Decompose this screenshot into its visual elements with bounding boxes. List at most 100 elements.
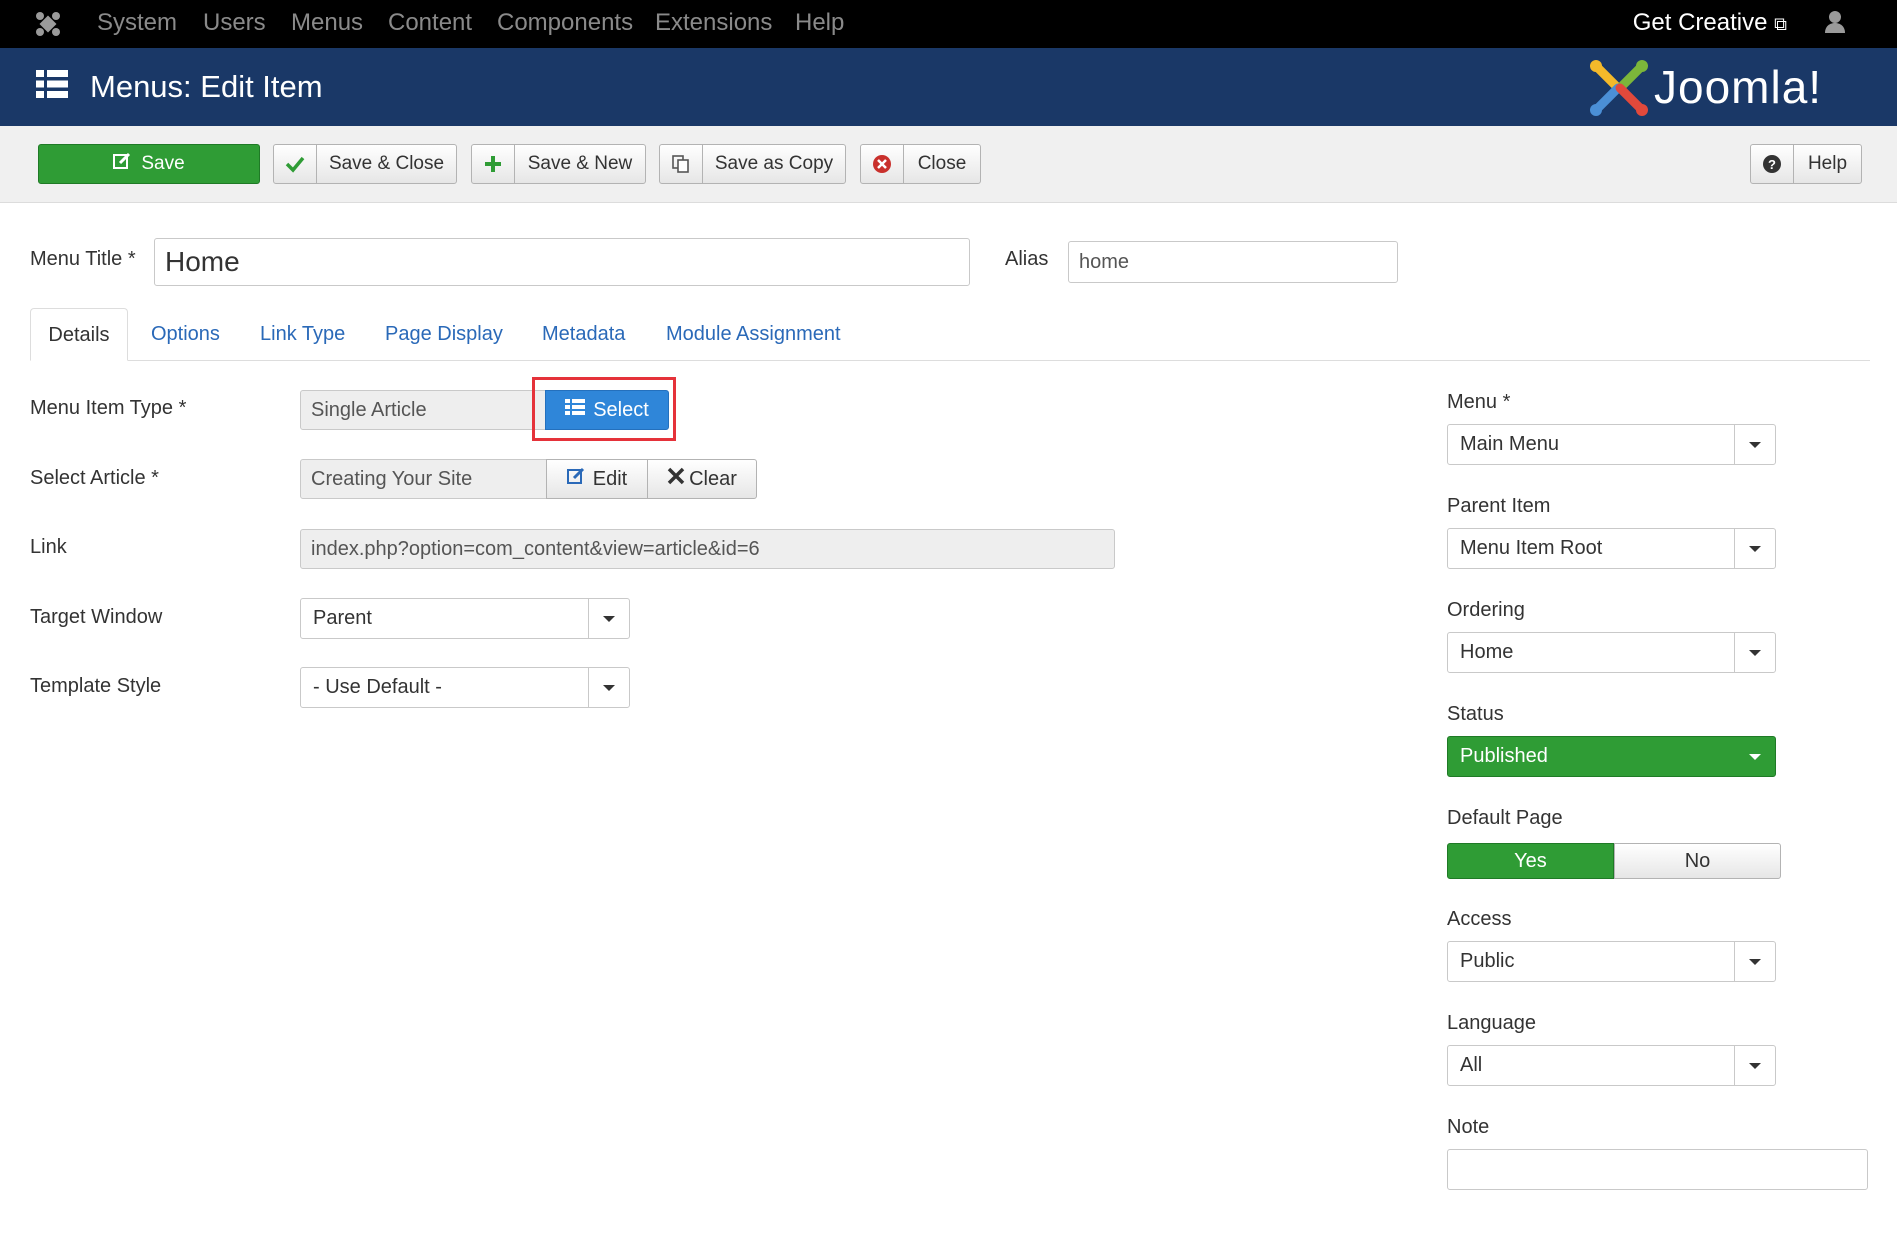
link-field: index.php?option=com_content&view=articl… — [300, 529, 1115, 569]
clear-article-button[interactable]: Clear — [647, 459, 757, 499]
close-button[interactable]: Close — [860, 144, 981, 184]
svg-text:?: ? — [1768, 157, 1776, 172]
list-icon — [565, 398, 586, 422]
link-label: Link — [30, 536, 67, 558]
chevron-down-icon — [1734, 1046, 1775, 1085]
menu-item-type-label: Menu Item Type * — [30, 397, 187, 419]
external-link-icon: ⧉ — [1774, 14, 1787, 34]
edit-article-button[interactable]: Edit — [546, 459, 648, 499]
language-label: Language — [1447, 1012, 1536, 1034]
menu-label: Menu * — [1447, 391, 1511, 413]
template-style-label: Template Style — [30, 675, 162, 697]
joomla-logo-text: Joomla! — [1654, 61, 1823, 113]
save-new-button[interactable]: Save & New — [471, 144, 646, 184]
edit-icon — [566, 467, 585, 491]
clear-button-label: Clear — [689, 467, 737, 490]
check-icon — [274, 145, 317, 183]
select-menu-item-type-button[interactable]: Select — [545, 390, 669, 430]
help-label: Help — [1807, 153, 1848, 174]
tab-page-display[interactable]: Page Display — [385, 308, 503, 360]
save-as-copy-label: Save as Copy — [714, 153, 834, 174]
language-value: All — [1460, 1054, 1483, 1076]
admin-top-navbar: System Users Menus Content Components Ex… — [0, 0, 1897, 49]
copy-icon — [660, 145, 703, 183]
chevron-down-icon — [588, 668, 629, 707]
chevron-down-icon — [588, 599, 629, 638]
note-input[interactable] — [1447, 1149, 1868, 1190]
default-page-label: Default Page — [1447, 807, 1563, 829]
ordering-value: Home — [1460, 641, 1514, 663]
edit-button-label: Edit — [592, 467, 628, 490]
nav-menus[interactable]: Menus — [291, 0, 363, 48]
parent-item-select[interactable]: Menu Item Root — [1447, 528, 1776, 569]
help-icon: ? — [1751, 145, 1794, 183]
chevron-down-icon — [1734, 529, 1775, 568]
parent-item-value: Menu Item Root — [1460, 537, 1603, 559]
nav-content[interactable]: Content — [388, 0, 472, 48]
page-title: Menus: Edit Item — [90, 69, 323, 104]
save-button[interactable]: Save — [38, 144, 260, 184]
get-creative-label: Get Creative — [1632, 9, 1768, 36]
access-label: Access — [1447, 908, 1512, 930]
chevron-down-icon — [1734, 633, 1775, 672]
default-page-toggle: Yes No — [1447, 843, 1781, 879]
nav-components[interactable]: Components — [497, 0, 633, 48]
nav-users[interactable]: Users — [203, 0, 266, 48]
ordering-select[interactable]: Home — [1447, 632, 1776, 673]
tab-module-assignment[interactable]: Module Assignment — [666, 308, 841, 360]
note-label: Note — [1447, 1116, 1490, 1138]
status-value: Published — [1460, 745, 1548, 767]
user-icon[interactable] — [1824, 10, 1846, 39]
save-new-label: Save & New — [527, 153, 633, 174]
menu-title-input[interactable]: Home — [154, 238, 970, 286]
joomla-logo: Joomla! — [1588, 56, 1860, 118]
help-button[interactable]: ? Help — [1750, 144, 1862, 184]
joomla-mark-icon[interactable] — [34, 10, 62, 43]
menu-list-icon — [36, 68, 68, 105]
menu-title-label: Menu Title * — [30, 248, 136, 270]
access-value: Public — [1460, 950, 1515, 972]
save-close-label: Save & Close — [328, 153, 445, 174]
default-page-yes-button[interactable]: Yes — [1447, 843, 1614, 879]
save-label: Save — [141, 153, 185, 174]
edit-icon — [113, 152, 131, 176]
target-window-label: Target Window — [30, 606, 163, 628]
status-label: Status — [1447, 703, 1504, 725]
language-select[interactable]: All — [1447, 1045, 1776, 1086]
menu-select[interactable]: Main Menu — [1447, 424, 1776, 465]
tab-details[interactable]: Details — [30, 308, 128, 361]
default-page-no-button[interactable]: No — [1614, 843, 1781, 879]
access-select[interactable]: Public — [1447, 941, 1776, 982]
close-icon — [667, 467, 685, 491]
save-as-copy-button[interactable]: Save as Copy — [659, 144, 846, 184]
ordering-label: Ordering — [1447, 599, 1525, 621]
edit-tabs: Details Options Link Type Page Display M… — [30, 308, 1870, 361]
menu-value: Main Menu — [1460, 433, 1559, 455]
template-style-value: - Use Default - — [313, 676, 442, 698]
chevron-down-icon — [1734, 942, 1775, 981]
plus-icon — [472, 145, 515, 183]
template-style-select[interactable]: - Use Default - — [300, 667, 630, 708]
select-article-label: Select Article * — [30, 467, 159, 489]
nav-help[interactable]: Help — [795, 0, 844, 48]
alias-label: Alias — [1005, 248, 1049, 270]
tab-metadata[interactable]: Metadata — [542, 308, 625, 360]
selected-article-field: Creating Your Site — [300, 459, 547, 499]
tab-options[interactable]: Options — [151, 308, 220, 360]
close-label: Close — [917, 153, 967, 174]
parent-item-label: Parent Item — [1447, 495, 1551, 517]
action-toolbar: Save Save & Close Save & New Save as Cop… — [0, 126, 1897, 203]
nav-extensions[interactable]: Extensions — [655, 0, 772, 48]
get-creative-link[interactable]: Get Creative ⧉ — [1633, 0, 1787, 48]
tab-link-type[interactable]: Link Type — [260, 308, 345, 360]
nav-system[interactable]: System — [97, 0, 177, 48]
chevron-down-icon — [1734, 425, 1775, 464]
alias-input[interactable]: home — [1068, 241, 1398, 283]
save-close-button[interactable]: Save & Close — [273, 144, 457, 184]
status-select[interactable]: Published — [1447, 736, 1776, 777]
target-window-select[interactable]: Parent — [300, 598, 630, 639]
page-header: Menus: Edit Item Joomla! — [0, 48, 1897, 126]
close-circle-icon — [861, 145, 904, 183]
chevron-down-icon — [1735, 737, 1775, 776]
target-window-value: Parent — [313, 607, 372, 629]
